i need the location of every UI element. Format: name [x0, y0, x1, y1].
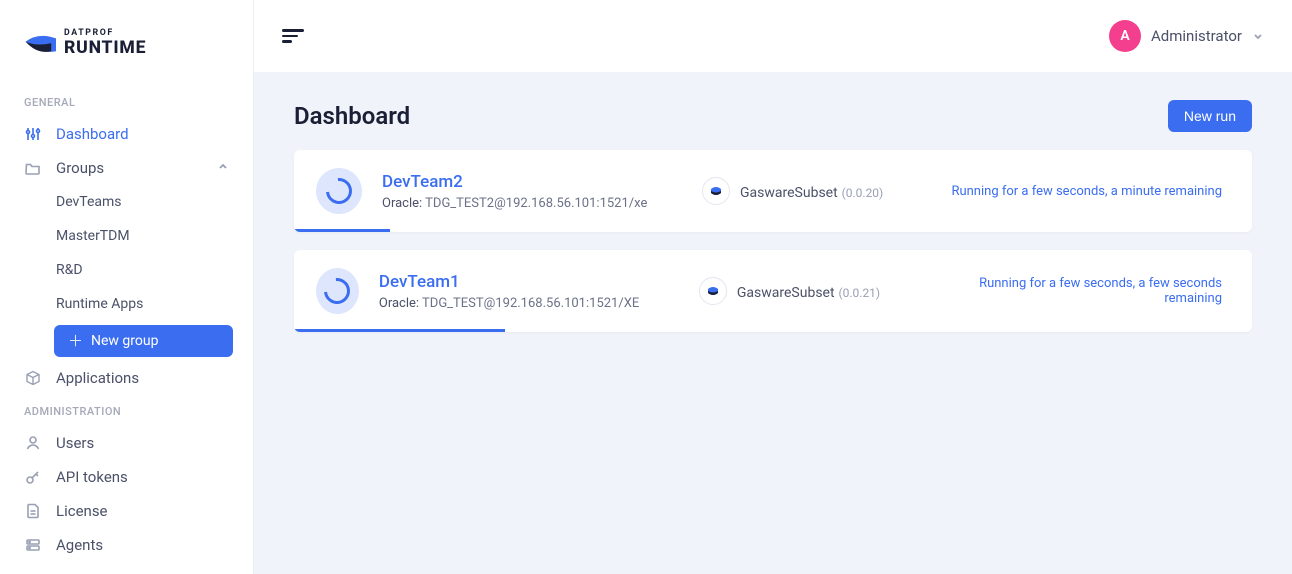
new-group-label: New group: [91, 333, 158, 349]
run-subset: GaswareSubset (0.0.20): [702, 177, 942, 205]
section-general-label: GENERAL: [0, 86, 253, 117]
sidebar-item-label: API tokens: [56, 468, 128, 486]
cube-icon: [24, 369, 42, 387]
main-area: A Administrator Dashboard New run DevTea…: [254, 0, 1292, 574]
sliders-icon: [24, 125, 42, 143]
spinner-icon: [316, 168, 362, 214]
subset-name: GaswareSubset: [737, 285, 835, 301]
sidebar-item-label: Dashboard: [56, 125, 129, 143]
page-title: Dashboard: [294, 102, 410, 130]
sidebar-group-runtime-apps[interactable]: Runtime Apps: [0, 287, 253, 321]
progress-bar-fill: [294, 229, 390, 232]
folder-icon: [24, 159, 42, 177]
user-name: Administrator: [1151, 27, 1242, 45]
section-admin-label: ADMINISTRATION: [0, 395, 253, 426]
avatar: A: [1109, 20, 1141, 52]
topbar: A Administrator: [254, 0, 1292, 72]
subset-name: GaswareSubset: [740, 185, 838, 201]
spinner-icon: [316, 268, 359, 314]
page-header: Dashboard New run: [294, 100, 1252, 132]
sidebar-group-devteams[interactable]: DevTeams: [0, 185, 253, 219]
brand-logo: DATPROF RUNTIME: [0, 14, 253, 86]
chevron-up-icon: [217, 159, 229, 177]
run-name: DevTeam2: [382, 172, 702, 192]
subset-logo-icon: [702, 177, 730, 205]
sidebar-item-label: Groups: [56, 159, 104, 177]
run-card[interactable]: DevTeam1 Oracle: TDG_TEST@192.168.56.101…: [294, 250, 1252, 332]
user-menu[interactable]: A Administrator: [1109, 20, 1264, 52]
run-connection: Oracle: TDG_TEST2@192.168.56.101:1521/xe: [382, 196, 702, 211]
user-icon: [24, 434, 42, 452]
run-status: Running for a few seconds, a few seconds…: [939, 276, 1230, 306]
progress-bar-track: [294, 229, 1252, 232]
subset-logo-icon: [699, 277, 727, 305]
sidebar-item-users[interactable]: Users: [0, 426, 253, 460]
run-card[interactable]: DevTeam2 Oracle: TDG_TEST2@192.168.56.10…: [294, 150, 1252, 232]
progress-bar-track: [294, 329, 1252, 332]
key-icon: [24, 468, 42, 486]
menu-toggle-icon[interactable]: [282, 29, 304, 43]
subset-version: (0.0.21): [839, 286, 881, 300]
sidebar-group-rnd[interactable]: R&D: [0, 253, 253, 287]
server-icon: [24, 536, 42, 554]
sidebar-item-license[interactable]: License: [0, 494, 253, 528]
brand-bottom: RUNTIME: [64, 38, 146, 58]
new-run-button[interactable]: New run: [1168, 100, 1252, 132]
subset-version: (0.0.20): [842, 186, 884, 200]
run-status: Running for a few seconds, a minute rema…: [951, 184, 1230, 199]
run-connection: Oracle: TDG_TEST@192.168.56.101:1521/XE: [379, 296, 699, 311]
run-subset: GaswareSubset (0.0.21): [699, 277, 939, 305]
sidebar-item-api-tokens[interactable]: API tokens: [0, 460, 253, 494]
sidebar-item-label: License: [56, 502, 108, 520]
sidebar-item-label: Users: [56, 434, 94, 452]
sidebar: DATPROF RUNTIME GENERAL Dashboard Groups…: [0, 0, 254, 574]
sidebar-group-mastertdm[interactable]: MasterTDM: [0, 219, 253, 253]
sidebar-item-applications[interactable]: Applications: [0, 361, 253, 395]
plus-icon: ＋: [68, 334, 83, 349]
sidebar-item-groups[interactable]: Groups: [0, 151, 253, 185]
new-group-button[interactable]: ＋ New group: [54, 325, 233, 357]
sidebar-item-agents[interactable]: Agents: [0, 528, 253, 562]
sidebar-item-label: Applications: [56, 369, 139, 387]
sidebar-item-dashboard[interactable]: Dashboard: [0, 117, 253, 151]
progress-bar-fill: [294, 329, 505, 332]
chevron-down-icon: [1252, 27, 1264, 46]
brand-top: DATPROF: [64, 28, 114, 38]
sidebar-item-label: Agents: [56, 536, 103, 554]
run-name: DevTeam1: [379, 272, 699, 292]
content: Dashboard New run DevTeam2 Oracle: TDG_T…: [254, 72, 1292, 378]
document-icon: [24, 502, 42, 520]
